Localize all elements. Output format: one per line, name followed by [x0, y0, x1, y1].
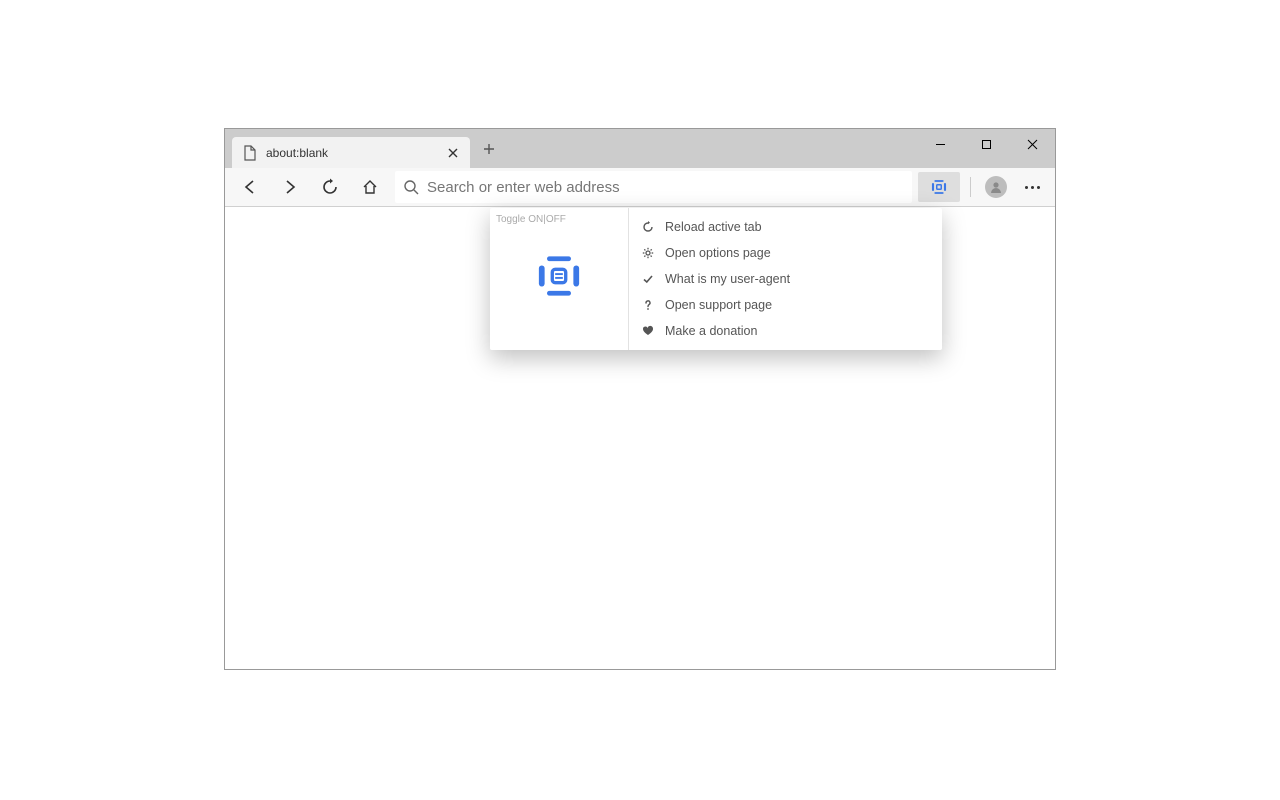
search-icon	[403, 179, 419, 195]
extension-button[interactable]	[918, 172, 960, 202]
menu-donate[interactable]: Make a donation	[629, 318, 942, 344]
check-icon	[641, 273, 655, 285]
menu-reload-tab[interactable]: Reload active tab	[629, 214, 942, 240]
home-button[interactable]	[351, 171, 389, 203]
extension-popup: Toggle ON|OFF Reload active tab	[490, 208, 942, 350]
menu-open-support[interactable]: Open support page	[629, 292, 942, 318]
popup-left-panel: Toggle ON|OFF	[490, 208, 629, 350]
question-icon	[641, 299, 655, 311]
menu-label: What is my user-agent	[665, 272, 790, 286]
forward-button[interactable]	[271, 171, 309, 203]
titlebar: about:blank	[225, 129, 1055, 168]
tab-active[interactable]: about:blank	[232, 137, 470, 168]
new-tab-button[interactable]	[474, 134, 504, 164]
toggle-button[interactable]	[536, 253, 582, 299]
gear-icon	[641, 247, 655, 259]
tab-close-button[interactable]	[444, 144, 462, 162]
tab-title: about:blank	[266, 146, 444, 160]
close-button[interactable]	[1009, 129, 1055, 159]
profile-button[interactable]	[979, 171, 1013, 203]
back-button[interactable]	[231, 171, 269, 203]
menu-what-useragent[interactable]: What is my user-agent	[629, 266, 942, 292]
avatar-icon	[985, 176, 1007, 198]
minimize-button[interactable]	[917, 129, 963, 159]
address-input[interactable]	[427, 179, 904, 196]
refresh-button[interactable]	[311, 171, 349, 203]
menu-label: Make a donation	[665, 324, 757, 338]
toolbar-divider	[970, 177, 971, 197]
address-bar[interactable]	[395, 171, 912, 203]
menu-label: Open options page	[665, 246, 771, 260]
window-controls	[917, 129, 1055, 159]
menu-open-options[interactable]: Open options page	[629, 240, 942, 266]
more-menu-button[interactable]	[1015, 171, 1049, 203]
popup-menu: Reload active tab Open options page What…	[629, 208, 942, 350]
menu-label: Open support page	[665, 298, 772, 312]
toggle-label: Toggle ON|OFF	[490, 214, 566, 225]
menu-label: Reload active tab	[665, 220, 762, 234]
heart-icon	[641, 325, 655, 337]
toolbar	[225, 168, 1055, 207]
maximize-button[interactable]	[963, 129, 1009, 159]
more-icon	[1025, 186, 1040, 189]
reload-icon	[641, 221, 655, 233]
page-icon	[242, 145, 258, 161]
